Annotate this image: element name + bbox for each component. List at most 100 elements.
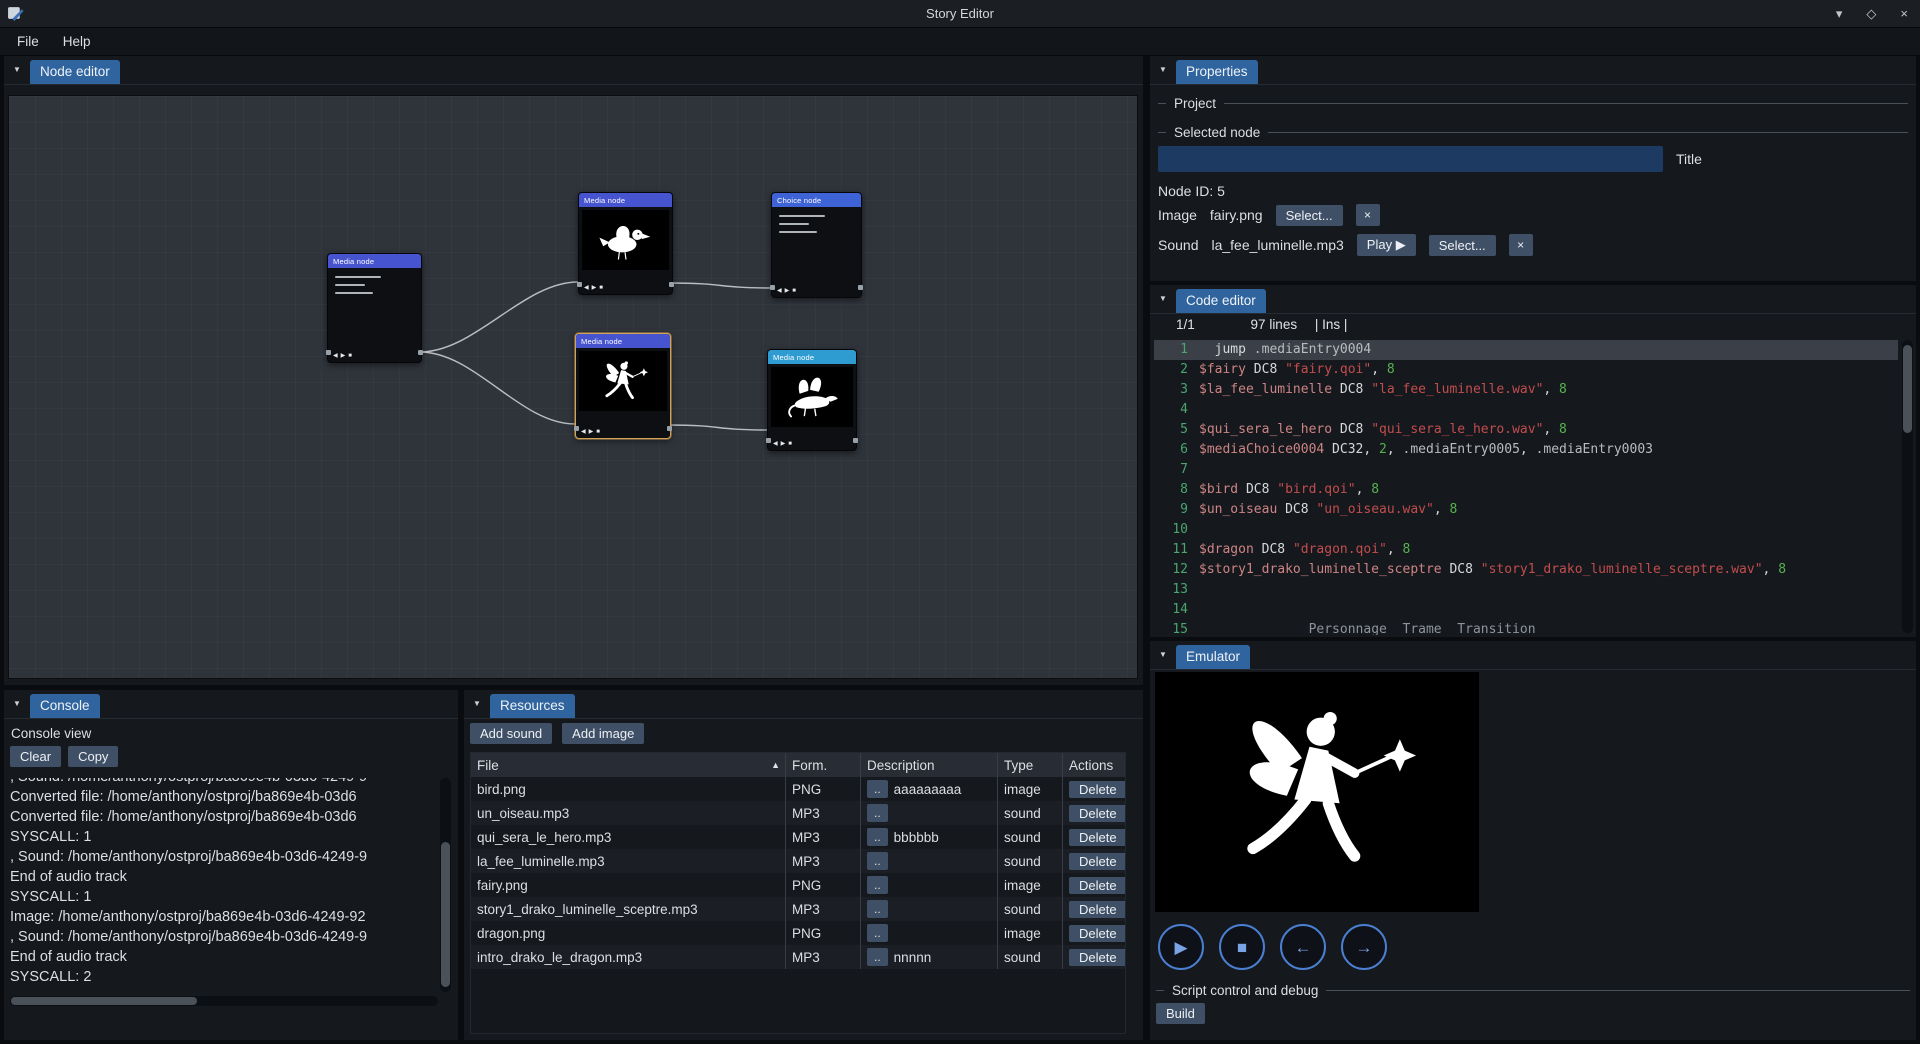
- code-vertical-scrollbar[interactable]: [1902, 340, 1913, 633]
- rewind-icon[interactable]: ◀: [584, 285, 589, 291]
- sound-clear-button[interactable]: ×: [1509, 234, 1533, 256]
- play-icon[interactable]: ▶: [592, 285, 597, 291]
- resource-row[interactable]: dragon.pngPNG..imageDelete: [471, 921, 1125, 945]
- maximize-button[interactable]: ◇: [1866, 7, 1876, 20]
- resource-row[interactable]: un_oiseau.mp3MP3..soundDelete: [471, 801, 1125, 825]
- input-pin[interactable]: [577, 282, 582, 287]
- scrollbar-thumb[interactable]: [1903, 345, 1912, 433]
- rewind-icon[interactable]: ◀: [777, 288, 782, 294]
- menu-item-file[interactable]: File: [6, 31, 50, 52]
- collapse-arrow-icon[interactable]: ▼: [1159, 294, 1167, 303]
- resource-row[interactable]: bird.pngPNG..aaaaaaaaaimageDelete: [471, 777, 1125, 801]
- scrollbar-thumb[interactable]: [11, 997, 197, 1005]
- node-canvas[interactable]: Media node◀▶■ Media node ◀▶■ Choice node◀▶…: [8, 95, 1138, 679]
- edit-description-button[interactable]: ..: [867, 876, 888, 894]
- play-icon[interactable]: ▶: [589, 429, 594, 435]
- edit-description-button[interactable]: ..: [867, 948, 888, 966]
- edit-description-button[interactable]: ..: [867, 852, 888, 870]
- play-icon[interactable]: ▶: [785, 288, 790, 294]
- edit-description-button[interactable]: ..: [867, 828, 888, 846]
- clear-button[interactable]: Clear: [10, 746, 61, 767]
- tab-emulator[interactable]: Emulator: [1176, 645, 1250, 669]
- column-header-form[interactable]: Form.: [786, 753, 861, 777]
- node-fairy[interactable]: Media node ◀▶■: [575, 333, 671, 439]
- output-pin[interactable]: [669, 282, 674, 287]
- input-pin[interactable]: [766, 438, 771, 443]
- delete-button[interactable]: Delete: [1069, 829, 1126, 846]
- stop-icon[interactable]: ■: [599, 285, 603, 291]
- scrollbar-thumb[interactable]: [441, 842, 450, 987]
- edit-description-button[interactable]: ..: [867, 924, 888, 942]
- resource-row[interactable]: story1_drako_luminelle_sceptre.mp3MP3..s…: [471, 897, 1125, 921]
- output-pin[interactable]: [418, 350, 423, 355]
- column-header-file[interactable]: File▲: [471, 753, 786, 777]
- stop-icon[interactable]: ■: [792, 288, 796, 294]
- tab-console[interactable]: Console: [30, 694, 100, 718]
- add-sound-button[interactable]: Add sound: [470, 723, 552, 744]
- node-choice[interactable]: Choice node◀▶■: [771, 192, 862, 298]
- sound-play-button[interactable]: Play ▶: [1357, 234, 1416, 256]
- edit-description-button[interactable]: ..: [867, 780, 888, 798]
- tab-code-editor[interactable]: Code editor: [1176, 289, 1266, 313]
- close-button[interactable]: ×: [1900, 7, 1908, 20]
- console-vertical-scrollbar[interactable]: [440, 778, 451, 992]
- rewind-icon[interactable]: ◀: [333, 353, 338, 359]
- stop-button[interactable]: ■: [1219, 924, 1265, 970]
- delete-button[interactable]: Delete: [1069, 853, 1126, 870]
- image-select-button[interactable]: Select...: [1276, 205, 1343, 226]
- node-dragon[interactable]: Media node ◀▶■: [767, 349, 857, 451]
- output-pin[interactable]: [858, 285, 863, 290]
- sound-select-button[interactable]: Select...: [1429, 235, 1496, 256]
- collapse-arrow-icon[interactable]: ▼: [13, 699, 21, 708]
- rewind-icon[interactable]: ◀: [581, 429, 586, 435]
- back-button[interactable]: ←: [1280, 924, 1326, 970]
- delete-button[interactable]: Delete: [1069, 925, 1126, 942]
- tab-properties[interactable]: Properties: [1176, 60, 1258, 84]
- resource-row[interactable]: qui_sera_le_hero.mp3MP3..bbbbbbsoundDele…: [471, 825, 1125, 849]
- tab-resources[interactable]: Resources: [490, 694, 575, 718]
- stop-icon[interactable]: ■: [348, 353, 352, 359]
- delete-button[interactable]: Delete: [1069, 877, 1126, 894]
- code-area[interactable]: 1 jump .mediaEntry00042$fairy DC8 "fairy…: [1154, 340, 1898, 635]
- copy-button[interactable]: Copy: [68, 746, 118, 767]
- edit-description-button[interactable]: ..: [867, 804, 888, 822]
- collapse-arrow-icon[interactable]: ▼: [13, 65, 21, 74]
- image-clear-button[interactable]: ×: [1356, 204, 1380, 226]
- menu-item-help[interactable]: Help: [52, 31, 102, 52]
- add-image-button[interactable]: Add image: [562, 723, 644, 744]
- output-pin[interactable]: [667, 426, 672, 431]
- input-pin[interactable]: [770, 285, 775, 290]
- console-horizontal-scrollbar[interactable]: [10, 996, 438, 1006]
- resource-row[interactable]: fairy.pngPNG..imageDelete: [471, 873, 1125, 897]
- rewind-icon[interactable]: ◀: [773, 441, 778, 447]
- build-button[interactable]: Build: [1156, 1003, 1205, 1024]
- delete-button[interactable]: Delete: [1069, 901, 1126, 918]
- collapse-arrow-icon[interactable]: ▼: [1159, 650, 1167, 659]
- column-header-type[interactable]: Type: [998, 753, 1063, 777]
- column-header-actions[interactable]: Actions: [1063, 753, 1126, 777]
- node-intro[interactable]: Media node◀▶■: [327, 253, 422, 363]
- stop-icon[interactable]: ■: [596, 429, 600, 435]
- stop-icon[interactable]: ■: [788, 441, 792, 447]
- play-icon[interactable]: ▶: [781, 441, 786, 447]
- tab-node-editor[interactable]: Node editor: [30, 60, 120, 84]
- play-button[interactable]: ▶: [1158, 924, 1204, 970]
- delete-button[interactable]: Delete: [1069, 949, 1126, 966]
- column-header-description[interactable]: Description: [861, 753, 998, 777]
- title-input[interactable]: [1158, 146, 1663, 172]
- delete-button[interactable]: Delete: [1069, 805, 1126, 822]
- input-pin[interactable]: [326, 350, 331, 355]
- output-pin[interactable]: [853, 438, 858, 443]
- resource-row[interactable]: la_fee_luminelle.mp3MP3..soundDelete: [471, 849, 1125, 873]
- play-icon[interactable]: ▶: [341, 353, 346, 359]
- delete-button[interactable]: Delete: [1069, 781, 1126, 798]
- node-bird[interactable]: Media node ◀▶■: [578, 192, 673, 295]
- forward-button[interactable]: →: [1341, 924, 1387, 970]
- resource-row[interactable]: intro_drako_le_dragon.mp3MP3..nnnnnsound…: [471, 945, 1125, 969]
- edit-description-button[interactable]: ..: [867, 900, 888, 918]
- input-pin[interactable]: [574, 426, 579, 431]
- collapse-arrow-icon[interactable]: ▼: [473, 699, 481, 708]
- collapse-arrow-icon[interactable]: ▼: [1159, 65, 1167, 74]
- minimize-button[interactable]: ▾: [1836, 7, 1843, 20]
- code-text: jump .mediaEntry0004: [1199, 340, 1371, 360]
